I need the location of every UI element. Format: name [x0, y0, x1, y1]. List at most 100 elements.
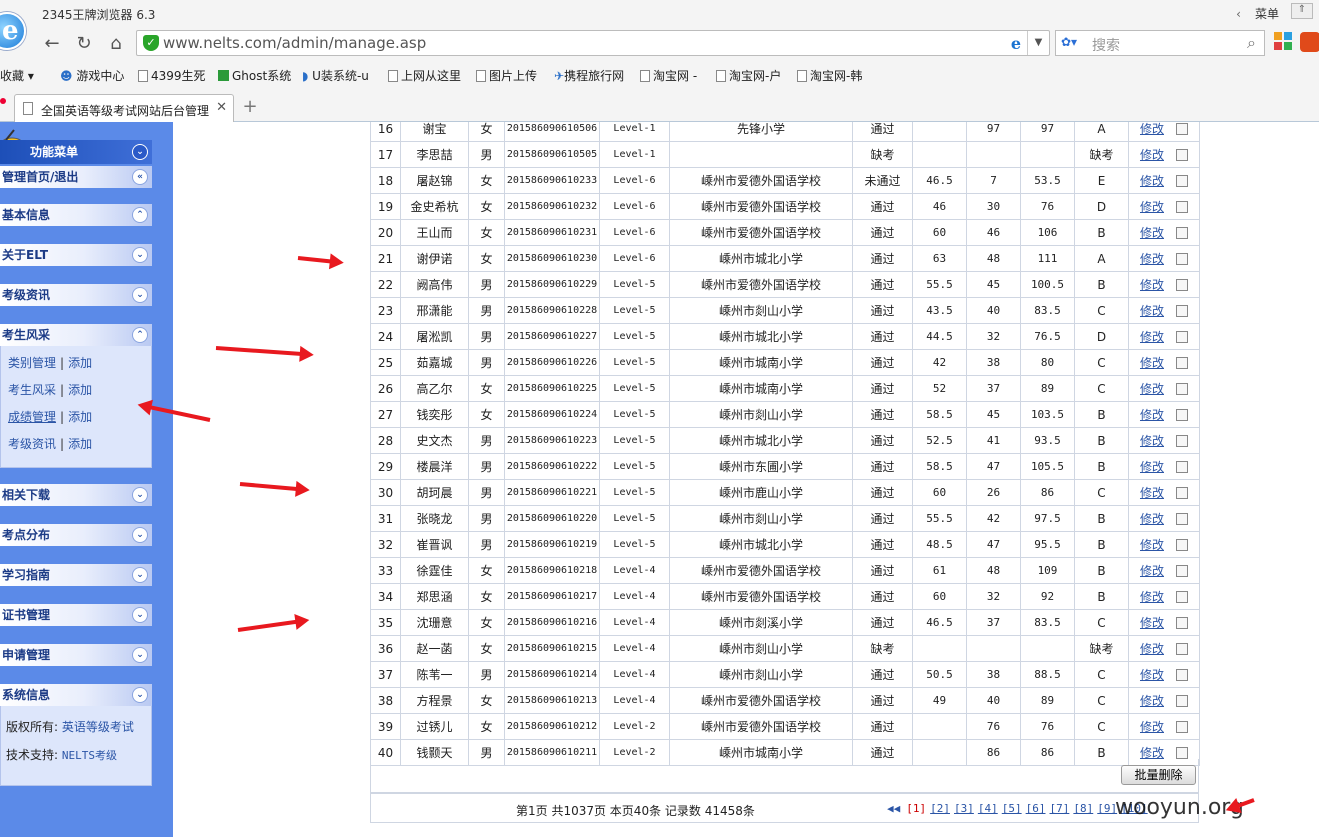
reload-button[interactable]: ↻	[72, 32, 96, 56]
chevron-down-icon[interactable]: ⌄	[132, 287, 148, 303]
sidebar-item-home[interactable]: 管理首页/退出 «	[0, 166, 152, 188]
edit-link[interactable]: 修改	[1140, 434, 1164, 448]
edit-link[interactable]: 修改	[1140, 460, 1164, 474]
row-checkbox[interactable]	[1176, 175, 1188, 187]
bookmark-item[interactable]: ◗ U装系统-u	[302, 67, 369, 84]
edit-link[interactable]: 修改	[1140, 200, 1164, 214]
row-checkbox[interactable]	[1176, 643, 1188, 655]
edit-link[interactable]: 修改	[1140, 564, 1164, 578]
chevron-down-icon[interactable]: ⌄	[132, 527, 148, 543]
chevron-left-icon[interactable]: «	[132, 169, 148, 185]
page-link[interactable]: [8]	[1073, 802, 1093, 815]
edit-link[interactable]: 修改	[1140, 356, 1164, 370]
row-checkbox[interactable]	[1176, 747, 1188, 759]
edit-link[interactable]: 修改	[1140, 382, 1164, 396]
edit-link[interactable]: 修改	[1140, 304, 1164, 318]
back-button[interactable]: ←	[40, 32, 64, 56]
chevron-up-icon[interactable]: ⌃	[132, 327, 148, 343]
row-checkbox[interactable]	[1176, 487, 1188, 499]
page-link[interactable]: [4]	[978, 802, 998, 815]
row-checkbox[interactable]	[1176, 253, 1188, 265]
row-checkbox[interactable]	[1176, 617, 1188, 629]
chevron-left-icon[interactable]: ‹	[1236, 7, 1241, 21]
extension-icon[interactable]	[1300, 32, 1319, 52]
edit-link[interactable]: 修改	[1140, 512, 1164, 526]
edit-link[interactable]: 修改	[1140, 278, 1164, 292]
bookmark-item[interactable]: 淘宝网 -	[640, 67, 697, 84]
ie-mode-icon[interactable]: e	[1011, 34, 1021, 53]
chevron-down-icon[interactable]: ⌄	[132, 647, 148, 663]
edit-link[interactable]: 修改	[1140, 174, 1164, 188]
row-checkbox[interactable]	[1176, 721, 1188, 733]
chevron-down-icon[interactable]: ▼	[1027, 31, 1049, 55]
page-link[interactable]: [2]	[930, 802, 950, 815]
edit-link[interactable]: 修改	[1140, 252, 1164, 266]
edit-link[interactable]: 修改	[1140, 148, 1164, 162]
row-checkbox[interactable]	[1176, 409, 1188, 421]
chevron-down-icon[interactable]: ⌄	[132, 567, 148, 583]
bookmark-item[interactable]: 图片上传	[476, 67, 537, 84]
chevron-down-icon[interactable]: ⌄	[132, 687, 148, 703]
edit-link[interactable]: 修改	[1140, 694, 1164, 708]
row-checkbox[interactable]	[1176, 383, 1188, 395]
row-checkbox[interactable]	[1176, 149, 1188, 161]
row-checkbox[interactable]	[1176, 331, 1188, 343]
menu-label[interactable]: 菜单	[1255, 7, 1279, 21]
collapse-icon[interactable]: ⌄	[132, 144, 148, 160]
bookmark-item[interactable]: ✈携程旅行网	[554, 67, 624, 84]
close-icon[interactable]: ✕	[216, 100, 227, 115]
edit-link[interactable]: 修改	[1140, 486, 1164, 500]
tab-admin[interactable]: 全国英语等级考试网站后台管理 ✕	[14, 94, 234, 122]
window-button[interactable]: ⇑	[1291, 3, 1313, 19]
page-link[interactable]: [7]	[1050, 802, 1070, 815]
search-input[interactable]: ✿▾ 搜索 ⌕	[1055, 30, 1265, 56]
sidebar-item-guide[interactable]: 学习指南 ⌄	[0, 564, 152, 586]
bookmark-item[interactable]: ☻ 游戏中心	[60, 67, 124, 84]
row-checkbox[interactable]	[1176, 279, 1188, 291]
sidebar-item-basic-info[interactable]: 基本信息 ⌃	[0, 204, 152, 226]
sidebar-item-system[interactable]: 系统信息 ⌄	[0, 684, 152, 706]
row-checkbox[interactable]	[1176, 201, 1188, 213]
row-checkbox[interactable]	[1176, 123, 1188, 135]
sidebar-item-about[interactable]: 关于ELT ⌄	[0, 244, 152, 266]
bookmark-item[interactable]: 淘宝网-户	[716, 67, 781, 84]
bookmark-item[interactable]: 上网从这里	[388, 67, 461, 84]
edit-link[interactable]: 修改	[1140, 746, 1164, 760]
bookmark-item[interactable]: Ghost系统	[218, 67, 291, 84]
row-checkbox[interactable]	[1176, 227, 1188, 239]
menu-area[interactable]: ‹ 菜单	[1236, 5, 1279, 22]
row-checkbox[interactable]	[1176, 305, 1188, 317]
row-checkbox[interactable]	[1176, 357, 1188, 369]
batch-delete-button[interactable]: 批量删除	[1121, 765, 1196, 785]
row-checkbox[interactable]	[1176, 513, 1188, 525]
bookmark-favorites[interactable]: 收藏 ▾	[0, 67, 34, 84]
page-link[interactable]: [3]	[954, 802, 974, 815]
new-tab-button[interactable]: +	[240, 98, 260, 118]
edit-link[interactable]: 修改	[1140, 408, 1164, 422]
edit-link[interactable]: 修改	[1140, 616, 1164, 630]
edit-link[interactable]: 修改	[1140, 538, 1164, 552]
row-checkbox[interactable]	[1176, 435, 1188, 447]
chevron-up-icon[interactable]: ⌃	[132, 207, 148, 223]
page-link[interactable]: [5]	[1002, 802, 1022, 815]
sidebar-item-downloads[interactable]: 相关下载 ⌄	[0, 484, 152, 506]
sidebar-item-applications[interactable]: 申请管理 ⌄	[0, 644, 152, 666]
row-checkbox[interactable]	[1176, 591, 1188, 603]
edit-link[interactable]: 修改	[1140, 590, 1164, 604]
edit-link[interactable]: 修改	[1140, 226, 1164, 240]
sidebar-item-certificates[interactable]: 证书管理 ⌄	[0, 604, 152, 626]
home-button[interactable]: ⌂	[104, 32, 128, 56]
sidebar-item-locations[interactable]: 考点分布 ⌄	[0, 524, 152, 546]
edit-link[interactable]: 修改	[1140, 642, 1164, 656]
edit-link[interactable]: 修改	[1140, 122, 1164, 136]
page-link[interactable]: [6]	[1026, 802, 1046, 815]
sidebar-item-news[interactable]: 考级资讯 ⌄	[0, 284, 152, 306]
edit-link[interactable]: 修改	[1140, 720, 1164, 734]
row-checkbox[interactable]	[1176, 669, 1188, 681]
row-checkbox[interactable]	[1176, 695, 1188, 707]
bookmark-item[interactable]: 4399生死	[138, 67, 206, 84]
row-checkbox[interactable]	[1176, 539, 1188, 551]
search-icon[interactable]: ⌕	[1247, 33, 1256, 53]
edit-link[interactable]: 修改	[1140, 668, 1164, 682]
row-checkbox[interactable]	[1176, 565, 1188, 577]
